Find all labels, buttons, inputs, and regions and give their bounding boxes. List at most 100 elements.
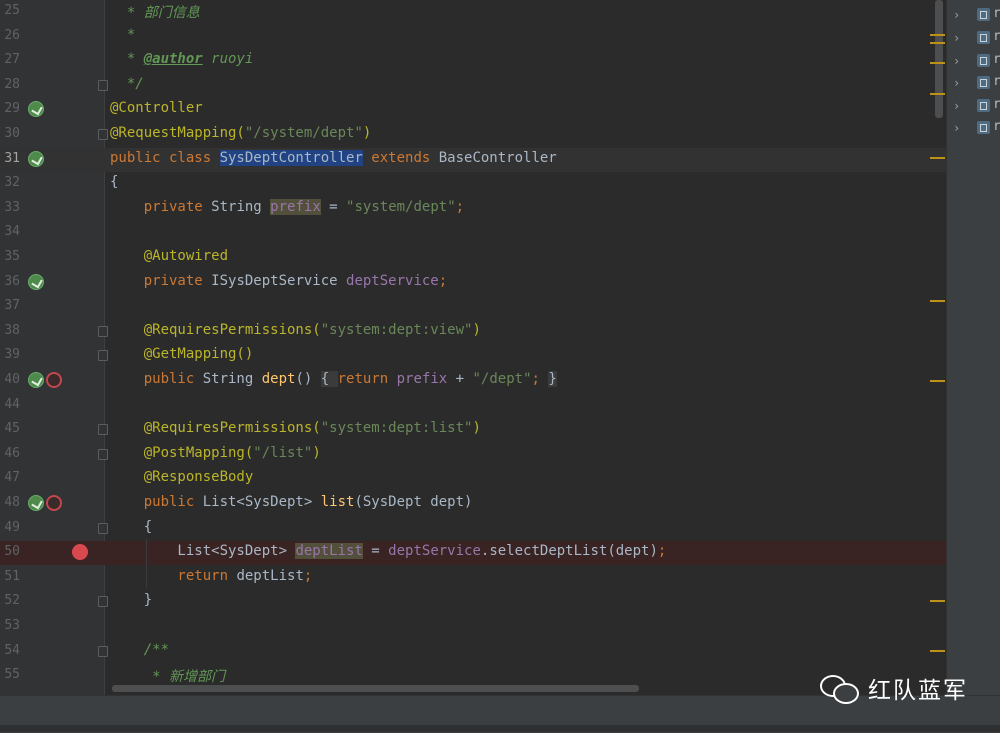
code-line[interactable]: 30 @RequestMapping("/system/dept") (0, 123, 946, 147)
line-number[interactable]: 25 (0, 3, 20, 18)
breakpoint-icon[interactable] (72, 544, 88, 561)
code-text[interactable]: * 部门信息 (110, 2, 200, 22)
code-text[interactable]: @RequiresPermissions("system:dept:view") (110, 322, 481, 338)
fold-toggle-icon[interactable] (98, 424, 108, 436)
code-text[interactable]: @RequiresPermissions("system:dept:list") (110, 420, 481, 436)
line-number[interactable]: 30 (0, 126, 20, 141)
fold-toggle-icon[interactable] (98, 129, 108, 140)
code-line[interactable]: 29 @Controller (0, 98, 946, 122)
code-line[interactable]: 28 */ (0, 74, 946, 98)
spring-bean-icon[interactable] (28, 273, 44, 290)
code-line[interactable]: 27 * @author ruoyi (0, 49, 946, 73)
spring-bean-icon[interactable] (28, 150, 44, 167)
code-line[interactable]: 48 public List<SysDept> list(SysDept dep… (0, 492, 946, 516)
spring-bean-icon[interactable] (28, 372, 44, 388)
line-number[interactable]: 33 (0, 200, 20, 215)
line-number[interactable]: 52 (0, 593, 20, 608)
code-text[interactable]: { (110, 174, 118, 190)
chevron-right-icon[interactable]: › (953, 76, 960, 90)
code-line[interactable]: 37 (0, 295, 946, 319)
spring-bean-icon[interactable] (28, 495, 44, 511)
code-text[interactable]: * (110, 27, 135, 43)
fold-toggle-icon[interactable] (98, 79, 108, 91)
warning-stripe-marker[interactable] (930, 93, 945, 95)
code-line[interactable]: 47 @ResponseBody (0, 467, 946, 491)
line-number[interactable]: 44 (0, 397, 20, 412)
code-line[interactable]: 31 public class SysDeptController extends… (0, 147, 946, 172)
code-text[interactable]: * 新增部门 (110, 666, 225, 686)
line-number[interactable]: 46 (0, 446, 20, 461)
line-number[interactable]: 50 (0, 544, 20, 559)
fold-toggle-icon[interactable] (98, 325, 108, 337)
line-number[interactable]: 32 (0, 175, 20, 190)
code-text[interactable]: @GetMapping() (110, 346, 254, 362)
fold-end-icon[interactable] (98, 596, 108, 608)
code-text[interactable]: public String dept() { return prefix + "… (110, 371, 557, 387)
spring-bean-icon[interactable] (28, 101, 44, 118)
line-number[interactable]: 37 (0, 298, 20, 313)
code-text[interactable]: public class SysDeptController extends B… (110, 149, 557, 166)
code-line[interactable]: 49 { (0, 517, 946, 541)
code-text[interactable]: * @author ruoyi (110, 51, 253, 67)
chevron-right-icon[interactable]: › (953, 8, 960, 22)
line-number[interactable]: 27 (0, 52, 20, 67)
code-text[interactable]: @PostMapping("/list") (110, 445, 321, 461)
code-line[interactable]: 32 { (0, 172, 946, 196)
code-text[interactable]: private String prefix = "system/dept"; (110, 198, 464, 215)
vertical-scrollbar[interactable] (935, 0, 943, 118)
line-number[interactable]: 39 (0, 347, 20, 362)
code-line[interactable]: 36 private ISysDeptService deptService; (0, 271, 946, 295)
code-text[interactable]: return deptList; (110, 568, 312, 584)
code-text[interactable]: public List<SysDept> list(SysDept dept) (110, 494, 473, 510)
line-number[interactable]: 28 (0, 77, 20, 92)
line-number[interactable]: 38 (0, 323, 20, 338)
warning-stripe-marker[interactable] (930, 157, 945, 159)
code-text[interactable]: List<SysDept> deptList = deptService.sel… (110, 543, 666, 560)
code-line[interactable]: 39 @GetMapping() (0, 344, 946, 368)
fold-toggle-icon[interactable] (98, 522, 108, 534)
line-number[interactable]: 31 (0, 151, 20, 166)
code-editor[interactable]: 25 * 部门信息 26 * 27 * @author ruoyi 28 */29 @C… (0, 0, 946, 695)
code-line[interactable]: 51 return deptList; (0, 566, 946, 590)
code-text[interactable]: @RequestMapping("/system/dept") (110, 125, 371, 141)
line-number[interactable]: 45 (0, 421, 20, 436)
line-number[interactable]: 51 (0, 569, 20, 584)
line-number[interactable]: 48 (0, 495, 20, 510)
code-line[interactable]: 35 @Autowired (0, 246, 946, 270)
code-line[interactable]: 38 @RequiresPermissions("system:dept:vie… (0, 320, 946, 344)
code-text[interactable]: } (110, 592, 152, 608)
warning-stripe-marker[interactable] (930, 34, 945, 36)
tree-item[interactable]: › r (947, 72, 1000, 94)
warning-stripe-marker[interactable] (930, 42, 945, 44)
code-line[interactable]: 34 (0, 221, 946, 245)
code-line[interactable]: 46 @PostMapping("/list") (0, 443, 946, 467)
code-line[interactable]: 33 private String prefix = "system/dept"… (0, 197, 946, 221)
tree-item[interactable]: › r (947, 27, 1000, 49)
warning-stripe-marker[interactable] (930, 600, 945, 602)
code-line[interactable]: 52 } (0, 590, 946, 614)
line-number[interactable]: 36 (0, 274, 20, 289)
chevron-right-icon[interactable]: › (953, 99, 960, 113)
chevron-right-icon[interactable]: › (953, 54, 960, 68)
fold-end-icon[interactable] (98, 448, 108, 460)
fold-end-icon[interactable] (98, 350, 108, 362)
code-text[interactable]: */ (110, 76, 144, 92)
code-line[interactable]: 54 /** (0, 640, 946, 664)
line-number[interactable]: 47 (0, 470, 20, 485)
web-endpoint-icon[interactable] (46, 372, 62, 388)
tree-item[interactable]: › r (947, 4, 1000, 26)
chevron-right-icon[interactable]: › (953, 31, 960, 45)
code-text[interactable]: @Autowired (110, 248, 228, 264)
warning-stripe-marker[interactable] (930, 300, 945, 302)
code-text[interactable]: { (110, 519, 152, 535)
line-number[interactable]: 34 (0, 224, 20, 239)
code-line[interactable]: 26 * (0, 25, 946, 49)
warning-stripe-marker[interactable] (930, 62, 945, 64)
code-line[interactable]: 40 public String dept() { return prefix … (0, 369, 946, 393)
chevron-right-icon[interactable]: › (953, 121, 960, 135)
tree-item[interactable]: › r (947, 95, 1000, 117)
line-number[interactable]: 40 (0, 372, 20, 387)
horizontal-scrollbar[interactable] (112, 685, 639, 692)
line-number[interactable]: 54 (0, 643, 20, 658)
code-text[interactable]: @ResponseBody (110, 469, 254, 485)
